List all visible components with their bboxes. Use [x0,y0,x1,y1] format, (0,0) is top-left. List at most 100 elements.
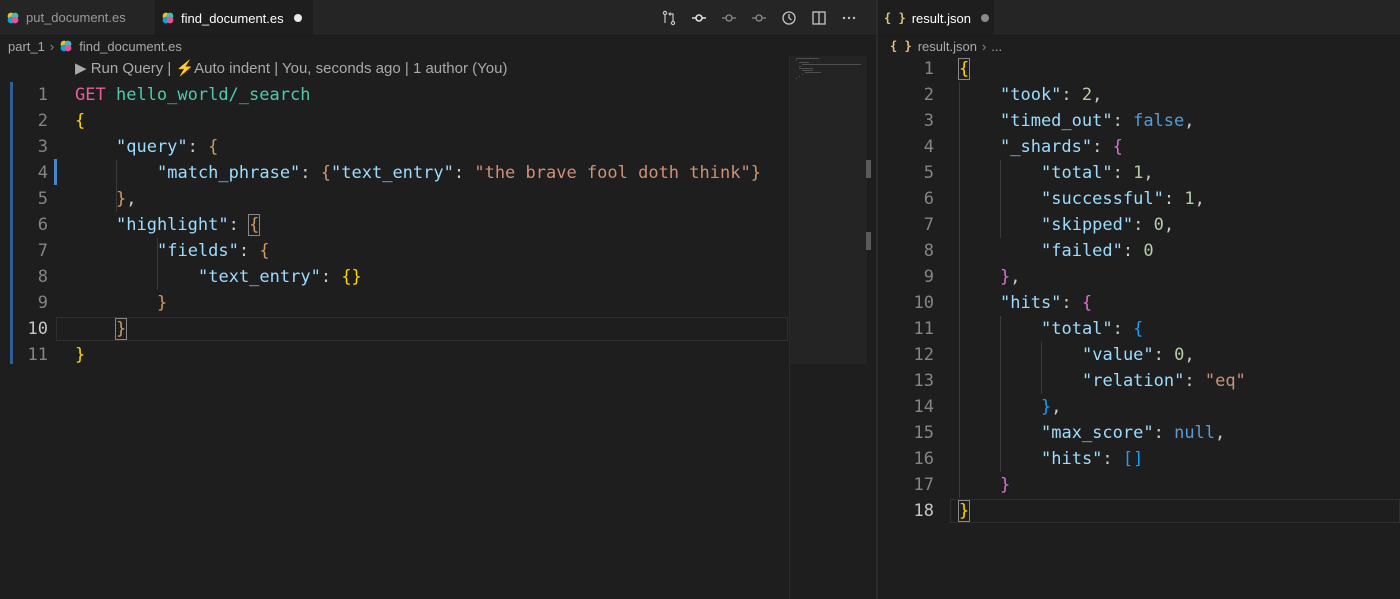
git-compare-icon[interactable] [658,7,680,29]
code-text: "text_entry": {} [198,264,362,290]
code-token: "took" [1000,85,1062,105]
code-token: } [1041,397,1052,417]
code-text: "total": { [1041,316,1143,342]
tab-find-document[interactable]: find_document.es [155,0,313,35]
code-line[interactable]: 6 "successful": 1, [878,186,1400,212]
code-line[interactable]: 14}, [878,394,1400,420]
code-line[interactable]: 17} [878,472,1400,498]
code-line[interactable]: 5}, [0,186,876,212]
code-token: "query" [116,137,188,157]
code-line[interactable]: 7 "fields": { [0,238,876,264]
code-line[interactable]: 1 GET hello_world/_search [0,82,876,108]
line-number: 8 [923,241,934,261]
code-token: "value" [1082,345,1154,365]
code-token: 1 [1133,163,1144,183]
code-token: "text_entry" [331,163,454,183]
code-token: : [1061,85,1082,105]
split-editor-icon[interactable] [808,7,830,29]
code-line[interactable]: 10 "hits": { [878,290,1400,316]
code-line[interactable]: 6 "highlight": { [0,212,876,238]
code-line[interactable]: 8 "text_entry": {} [0,264,876,290]
code-token: { [75,111,86,131]
code-line[interactable]: 10} [0,316,876,342]
breadcrumb-folder[interactable]: part_1 [8,39,45,54]
code-token: "the brave fool doth think" [474,163,751,183]
code-line[interactable]: 8 "failed": 0 [878,238,1400,264]
code-text: GET hello_world/_search [75,82,310,108]
line-number: 1 [923,59,934,79]
code-text: "match_phrase": {"text_entry": "the brav… [157,160,761,186]
go-previous-change-icon[interactable] [718,7,740,29]
left-code-area[interactable]: 1 GET hello_world/_search 2{3 "query": {4 "m… [0,82,876,382]
code-line[interactable]: 13 "relation": "eq" [878,368,1400,394]
code-text: "value": 0, [1082,342,1195,368]
line-number: 2 [923,85,934,105]
tab-result-json[interactable]: { } result.json [878,0,994,35]
minimap-line [799,68,813,69]
code-token: 0 [1174,345,1185,365]
go-next-change-icon[interactable] [748,7,770,29]
line-number: 14 [913,397,934,417]
code-token: : [1102,449,1123,469]
minimap-slider[interactable] [790,56,867,364]
code-line[interactable]: 5 "total": 1, [878,160,1400,186]
minimap-line [805,72,821,73]
code-token: : [1112,163,1134,183]
code-line[interactable]: 1{ [878,56,1400,82]
minimap-line [799,62,809,63]
code-line[interactable]: 16 "hits": [] [878,446,1400,472]
tab-put-document[interactable]: put_document.es [0,0,150,35]
code-line[interactable]: 3 "timed_out": false, [878,108,1400,134]
code-token: , [1051,397,1062,417]
more-actions-icon[interactable] [838,7,860,29]
code-token: : [320,267,342,287]
code-line[interactable]: 4 "_shards": { [878,134,1400,160]
code-line[interactable]: 9} [0,290,876,316]
code-line[interactable]: 12 "value": 0, [878,342,1400,368]
code-token: [] [1122,449,1144,469]
code-line[interactable]: 4 "match_phrase": {"text_entry": "the bra… [0,160,876,186]
code-token: "total" [1041,163,1113,183]
code-text: } [157,290,167,316]
line-number: 4 [37,163,48,183]
breadcrumb-file[interactable]: result.json [918,39,977,54]
code-token: { [1112,137,1123,157]
git-commit-icon[interactable] [688,7,710,29]
line-number: 3 [923,111,934,131]
codelens-run-query[interactable]: ▶ Run Query | ⚡Auto indent | You, second… [75,58,507,78]
breadcrumb-file[interactable]: find_document.es [79,39,182,54]
code-token: "successful" [1041,189,1164,209]
code-line[interactable]: 2 "took": 2, [878,82,1400,108]
code-line[interactable]: 11} [0,342,876,368]
code-text: "took": 2, [1000,82,1102,108]
unsaved-dot-icon[interactable] [980,14,989,22]
code-token: , [1184,111,1195,131]
code-line[interactable]: 18} [878,498,1400,524]
right-code-area[interactable]: 1{2 "took": 2, 3 "timed_out": false, 4 "_shar… [878,56,1400,536]
line-number: 11 [913,319,934,339]
line-number: 17 [913,475,934,495]
indent-guide [157,238,158,290]
breadcrumb-more[interactable]: ... [991,39,1002,54]
line-number: 18 [913,501,934,521]
line-number: 4 [923,137,934,157]
code-line[interactable]: 7 "skipped": 0, [878,212,1400,238]
code-line[interactable]: 15 "max_score": null, [878,420,1400,446]
code-text: }, [116,186,137,212]
timeline-icon[interactable] [778,7,800,29]
elastic-logo-icon [162,12,174,24]
unsaved-dot-icon[interactable] [293,14,302,22]
code-line[interactable]: 9}, [878,264,1400,290]
code-line[interactable]: 11 "total": { [878,316,1400,342]
code-line[interactable]: 2{ [0,108,876,134]
code-text: { [957,56,971,82]
tab-label: result.json [911,10,971,26]
indent-guide [959,82,960,498]
code-token: , [1184,345,1195,365]
code-line[interactable]: 3 "query": { [0,134,876,160]
line-number: 2 [37,111,48,131]
code-token: , [1143,163,1154,183]
code-token: } [114,318,128,340]
minimap[interactable] [789,56,867,599]
code-text: "highlight": { [116,212,261,238]
